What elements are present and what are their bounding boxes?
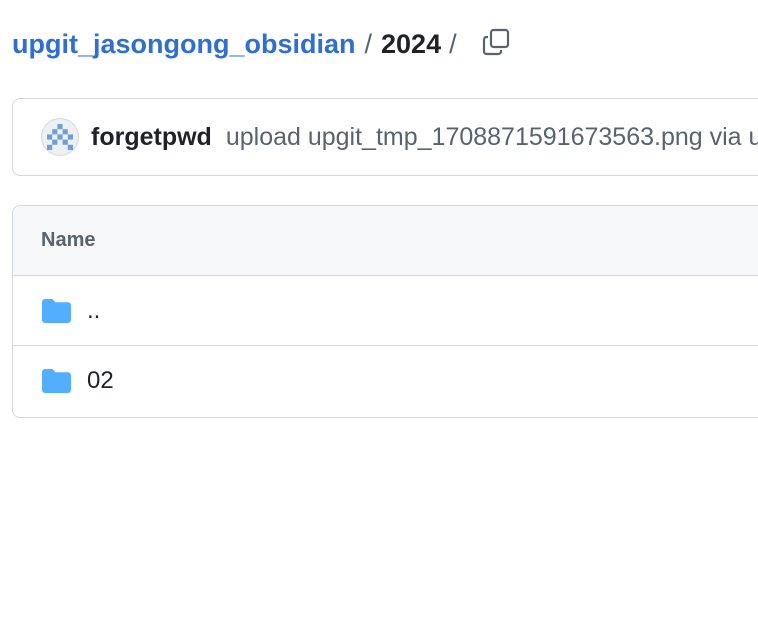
folder-icon <box>41 298 71 324</box>
breadcrumb-current-folder: 2024 <box>381 28 442 59</box>
file-name[interactable]: 02 <box>87 367 114 395</box>
breadcrumb-trailing-separator: / <box>449 28 457 59</box>
table-row-parent-directory[interactable]: .. <box>13 276 758 346</box>
copy-icon <box>482 28 510 56</box>
table-row-folder-02[interactable]: 02 <box>13 346 758 416</box>
column-header-name: Name <box>41 229 96 251</box>
file-browser-page: upgit_jasongong_obsidian / 2024 / forget… <box>0 0 758 640</box>
file-list-table: Name .. 02 <box>12 205 758 418</box>
avatar[interactable] <box>41 118 79 156</box>
table-header: Name <box>13 206 758 276</box>
commit-author-link[interactable]: forgetpwd <box>91 123 212 152</box>
breadcrumb-separator: / <box>364 28 373 59</box>
folder-icon <box>41 368 71 394</box>
copy-path-button[interactable] <box>478 24 514 60</box>
breadcrumb: upgit_jasongong_obsidian / 2024 / <box>12 22 457 66</box>
identicon-avatar-icon <box>47 124 73 150</box>
commit-message-link[interactable]: upload upgit_tmp_1708871591673563.png vi… <box>226 123 758 152</box>
file-name[interactable]: .. <box>87 297 100 325</box>
breadcrumb-repo-link[interactable]: upgit_jasongong_obsidian <box>12 29 356 60</box>
latest-commit-box: forgetpwd upload upgit_tmp_1708871591673… <box>12 98 758 176</box>
